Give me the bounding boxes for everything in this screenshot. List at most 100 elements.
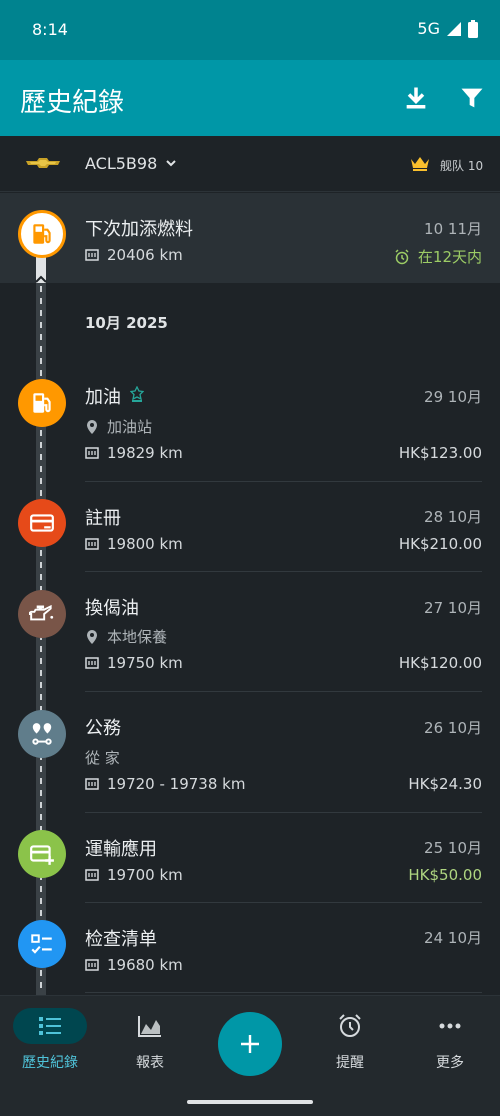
more-dots-icon: [439, 1023, 461, 1029]
entry-odometer-value: 19720 - 19738 km: [107, 775, 246, 793]
gesture-handle[interactable]: [187, 1100, 313, 1104]
nav-more-label: 更多: [436, 1055, 464, 1071]
upcoming-fuel-circle: [18, 210, 66, 258]
chevron-up-icon: [35, 275, 47, 283]
checklist-category-circle: [18, 920, 66, 968]
crown-icon: [411, 157, 429, 171]
nav-history-label: 歷史紀錄: [22, 1055, 78, 1071]
list-icon: [39, 1017, 61, 1035]
divider: [85, 691, 482, 692]
entry-amount: HK$50.00: [408, 866, 482, 884]
alarm-clock-icon: [339, 1014, 361, 1037]
nav-reminders-indicator: [313, 1008, 387, 1044]
odometer-icon: [85, 249, 99, 261]
fuel-category-circle: [18, 379, 66, 427]
upcoming-odometer: 20406 km: [85, 246, 183, 264]
entry-title: 運輸應用: [85, 839, 157, 860]
entry-title: 換偈油: [85, 598, 139, 619]
entry-odometer-value: 19829 km: [107, 444, 183, 462]
chevron-down-icon[interactable]: [164, 156, 178, 170]
entry-odometer: 19829 km: [85, 444, 183, 462]
upcoming-odometer-value: 20406 km: [107, 246, 183, 264]
fuel-pump-icon: [33, 393, 51, 413]
odometer-icon: [85, 778, 99, 790]
entry-route: 從 家: [85, 749, 120, 767]
app-bar: 歷史紀錄: [0, 60, 500, 136]
page-title: 歷史紀錄: [20, 88, 125, 118]
odometer-icon: [85, 869, 99, 881]
entry-odometer: 19700 km: [85, 866, 183, 884]
entry-odometer: 19750 km: [85, 654, 183, 672]
filter-icon[interactable]: [458, 84, 486, 112]
checklist-icon: [31, 934, 52, 954]
entry-title: 加油: [85, 387, 121, 408]
odometer-icon: [85, 657, 99, 669]
bottom-navigation: 歷史紀錄 報表 提醒 更多: [0, 995, 500, 1116]
location-pin-icon: [87, 419, 97, 434]
divider: [85, 902, 482, 903]
nav-history-indicator: [13, 1008, 87, 1044]
nav-more[interactable]: 更多: [410, 1008, 490, 1072]
fleet-label: 舰队 10: [440, 159, 484, 173]
nav-reports[interactable]: 報表: [110, 1008, 190, 1072]
entry-odometer: 19720 - 19738 km: [85, 775, 245, 793]
alarm-icon: [395, 248, 409, 264]
entry-date: 24 10月: [424, 929, 482, 947]
entry-odometer-value: 19700 km: [107, 866, 183, 884]
entry-odometer-value: 19750 km: [107, 654, 183, 672]
entry-location-text: 本地保養: [107, 628, 168, 646]
status-icons: 5G: [417, 19, 478, 38]
nav-reports-label: 報表: [136, 1055, 164, 1071]
vehicle-plate[interactable]: ACL5B98: [85, 154, 157, 173]
entry-date: 25 10月: [424, 839, 482, 857]
entry-date: 26 10月: [424, 719, 482, 737]
entry-odometer: 19680 km: [85, 956, 183, 974]
nav-history[interactable]: 歷史紀錄: [10, 1008, 90, 1072]
entry-amount: HK$24.30: [408, 775, 482, 793]
oil-can-icon: [29, 604, 54, 621]
divider: [85, 812, 482, 813]
upcoming-reminder-text: 在12天内: [417, 248, 482, 266]
entry-date: 28 10月: [424, 508, 482, 526]
entry-amount: HK$210.00: [398, 535, 482, 553]
oil-change-category-circle: [18, 590, 66, 638]
entry-date: 29 10月: [424, 388, 482, 406]
plus-icon: [241, 1035, 259, 1053]
add-entry-button[interactable]: [218, 1012, 282, 1076]
nav-reminders[interactable]: 提醒: [310, 1008, 390, 1072]
status-bar: 8:14 5G: [0, 0, 500, 60]
entry-date: 27 10月: [424, 599, 482, 617]
upcoming-date: 10 11月: [424, 220, 482, 238]
entry-title: 检查清单: [85, 929, 157, 950]
income-category-circle: [18, 830, 66, 878]
card-icon: [30, 514, 54, 532]
nav-reminders-label: 提醒: [336, 1055, 364, 1071]
upcoming-reminder: 在12天内: [394, 246, 482, 267]
divider: [85, 992, 482, 993]
divider: [85, 571, 482, 572]
download-icon[interactable]: [402, 84, 430, 112]
route-icon: [32, 723, 52, 745]
entry-location: 本地保養: [85, 626, 167, 647]
entry-odometer-value: 19800 km: [107, 535, 183, 553]
network-label: 5G: [417, 19, 440, 38]
entry-title: 註冊: [85, 508, 121, 529]
status-time: 8:14: [32, 20, 68, 39]
nav-reports-indicator: [113, 1008, 187, 1044]
entry-odometer: 19800 km: [85, 535, 183, 553]
odometer-icon: [85, 538, 99, 550]
entry-location-text: 加油站: [107, 418, 153, 436]
chart-icon: [138, 1016, 161, 1037]
battery-icon: [468, 19, 478, 38]
odometer-icon: [85, 959, 99, 971]
entry-location: 加油站: [85, 416, 152, 437]
vehicle-selector[interactable]: ACL5B98 舰队 10: [0, 136, 500, 192]
signal-icon: [447, 21, 461, 36]
registration-category-circle: [18, 499, 66, 547]
fuel-pump-icon: [33, 224, 51, 244]
odometer-icon: [85, 447, 99, 459]
chevrolet-logo-icon: [26, 158, 60, 168]
upcoming-title: 下次加添燃料: [85, 219, 193, 240]
divider: [85, 481, 482, 482]
card-plus-icon: [30, 845, 54, 865]
